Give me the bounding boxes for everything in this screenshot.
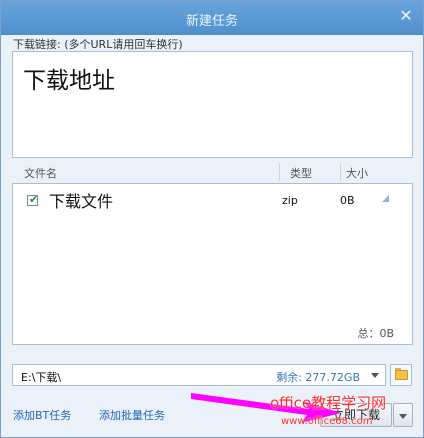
add-batch-task-link[interactable]: 添加批量任务	[99, 407, 165, 423]
column-divider	[279, 163, 280, 181]
column-header-type[interactable]: 类型	[290, 165, 312, 181]
save-path-value: E:\下载\	[21, 371, 62, 384]
dropdown-arrow-icon	[399, 414, 407, 419]
file-size: 0B	[340, 194, 355, 207]
column-divider	[340, 163, 341, 181]
title-bar: 新建任务 ✕	[1, 1, 423, 35]
resize-corner-icon	[382, 195, 389, 202]
save-path-select[interactable]: E:\下载\ 剩余: 277.72GB	[12, 364, 386, 386]
close-icon[interactable]: ✕	[397, 7, 415, 25]
browse-folder-button[interactable]	[390, 364, 412, 386]
file-type: zip	[282, 194, 298, 207]
file-checkbox[interactable]: ✔	[27, 193, 39, 206]
add-bt-task-link[interactable]: 添加BT任务	[13, 407, 71, 423]
free-space-label: 剩余: 277.72GB	[276, 371, 360, 384]
watermark-title: office教程学习网	[270, 394, 387, 412]
download-options-button[interactable]	[393, 403, 413, 427]
file-name: 下载文件	[49, 192, 114, 211]
watermark-url: www.office68.com	[281, 416, 373, 427]
url-input-label: 下载链接: (多个URL请用回车换行)	[13, 38, 183, 51]
column-header-name[interactable]: 文件名	[24, 165, 57, 181]
new-task-dialog: 新建任务 ✕ 下载链接: (多个URL请用回车换行) 下载地址 文件名 类型 大…	[0, 0, 424, 438]
dialog-title: 新建任务	[185, 14, 238, 29]
total-size: 总：0B	[357, 327, 394, 340]
file-list-header: 文件名 类型 大小	[12, 161, 413, 183]
folder-icon	[395, 370, 408, 380]
file-list: ✔ 下载文件 zip 0B 总：0B	[12, 183, 413, 345]
url-input[interactable]: 下载地址	[12, 51, 413, 158]
checkbox-checked-icon: ✔	[29, 193, 39, 206]
column-header-size[interactable]: 大小	[346, 165, 368, 181]
url-input-value: 下载地址	[23, 68, 115, 94]
dropdown-arrow-icon[interactable]	[371, 373, 379, 378]
